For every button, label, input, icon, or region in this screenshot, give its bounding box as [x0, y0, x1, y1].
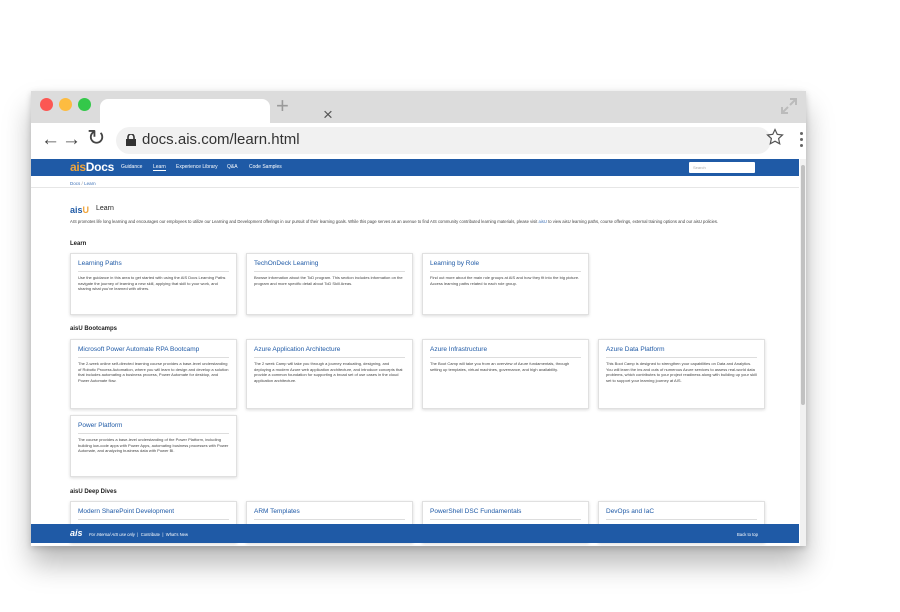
footer-whats-new-link[interactable]: What's New — [166, 532, 188, 537]
tab-close-icon[interactable]: × — [323, 105, 333, 125]
card-power-automate-rpa[interactable]: Microsoft Power Automate RPA Bootcamp Th… — [70, 339, 237, 409]
url-text: docs.ais.com/learn.html — [142, 131, 300, 148]
site-logo[interactable]: aisDocs — [70, 160, 114, 174]
forward-arrow-icon[interactable]: → — [62, 129, 81, 151]
bookmark-star-icon[interactable] — [766, 128, 784, 146]
section-bootcamps: aisU Bootcamps — [70, 326, 118, 332]
address-bar[interactable]: docs.ais.com/learn.html — [116, 127, 771, 154]
card-description: This Boot Camp is designed to strengthen… — [606, 361, 757, 383]
card-azure-app-architecture[interactable]: Azure Application Architecture The 2 wee… — [246, 339, 413, 409]
lock-icon — [126, 134, 136, 146]
card-techondeck[interactable]: TechOnDeck Learning Browse information a… — [246, 253, 413, 315]
footer-logo: ais — [70, 528, 83, 538]
card-title: Microsoft Power Automate RPA Bootcamp — [78, 346, 200, 353]
card-description: Use the guidance in this area to get sta… — [78, 275, 226, 292]
card-title: Azure Data Platform — [606, 346, 665, 353]
card-description: Find out more about the main role groups… — [430, 275, 580, 286]
browser-toolbar: ← → ↻ docs.ais.com/learn.html — [31, 123, 806, 159]
card-description: The Boot Camp will take you from an over… — [430, 361, 570, 372]
card-title: Power Platform — [78, 422, 123, 429]
nav-experience-library[interactable]: Experience Library — [176, 164, 218, 170]
card-learning-paths[interactable]: Learning Paths Use the guidance in this … — [70, 253, 237, 315]
card-azure-data-platform[interactable]: Azure Data Platform This Boot Camp is de… — [598, 339, 765, 409]
page-title: Learn — [96, 205, 114, 212]
expand-icon[interactable] — [780, 97, 798, 115]
logo-part-docs: Docs — [85, 160, 114, 174]
intro-text: AIS promotes life long learning and enco… — [70, 219, 770, 225]
card-title: ARM Templates — [254, 508, 300, 515]
web-page: aisDocs Guidance Learn Experience Librar… — [31, 159, 806, 546]
card-description: The course provides a base-level underst… — [78, 437, 229, 454]
card-title: Learning by Role — [430, 260, 480, 267]
new-tab-icon[interactable]: + — [276, 95, 289, 117]
footer-internal-note: For Internal AIS use only — [89, 532, 135, 537]
back-to-top-link[interactable]: Back to top — [737, 532, 758, 537]
maximize-window-dot[interactable] — [78, 98, 91, 111]
nav-guidance[interactable]: Guidance — [121, 164, 142, 170]
intro-body: AIS promotes life long learning and enco… — [70, 219, 538, 224]
browser-tab[interactable]: × — [100, 99, 333, 124]
site-header: aisDocs Guidance Learn Experience Librar… — [31, 159, 799, 176]
back-arrow-icon[interactable]: ← — [41, 129, 60, 151]
breadcrumb-docs[interactable]: Docs — [70, 181, 80, 186]
site-footer: ais For Internal AIS use only | Contribu… — [31, 524, 799, 543]
minimize-window-dot[interactable] — [59, 98, 72, 111]
logo-part-ais: ais — [70, 160, 86, 174]
card-title: TechOnDeck Learning — [254, 260, 319, 267]
card-title: Azure Infrastructure — [430, 346, 488, 353]
nav-qa[interactable]: Q&A — [227, 164, 238, 170]
aisu-logo: aisU — [70, 205, 89, 215]
aisu-logo-u: U — [82, 205, 90, 215]
section-learn: Learn — [70, 241, 87, 247]
search-placeholder: Search — [693, 165, 706, 170]
card-description: The 2 week Camp will take you through a … — [254, 361, 403, 383]
scrollbar-thumb[interactable] — [801, 165, 805, 405]
search-input[interactable]: Search — [689, 162, 755, 173]
breadcrumb-learn[interactable]: Learn — [84, 181, 96, 186]
breadcrumb: Docs / Learn — [70, 181, 96, 186]
card-learning-by-role[interactable]: Learning by Role Find out more about the… — [422, 253, 589, 315]
card-title: Azure Application Architecture — [254, 346, 341, 353]
breadcrumb-separator: / — [81, 181, 83, 186]
intro-after: to view aisU learning paths, course offe… — [548, 219, 719, 224]
card-title: PowerShell DSC Fundamentals — [430, 508, 522, 515]
card-azure-infrastructure[interactable]: Azure Infrastructure The Boot Camp will … — [422, 339, 589, 409]
card-title: Modern SharePoint Development — [78, 508, 175, 515]
section-deep-dives: aisU Deep Dives — [70, 489, 117, 495]
card-description: The 2-week online self-directed learning… — [78, 361, 229, 383]
aisu-link[interactable]: aisU — [539, 219, 547, 224]
browser-window: × + ← → ↻ docs.ais.com/learn.html aisDoc… — [31, 91, 806, 546]
card-power-platform[interactable]: Power Platform The course provides a bas… — [70, 415, 237, 477]
aisu-logo-ais: ais — [70, 205, 83, 215]
footer-contribute-link[interactable]: Contribute — [141, 532, 160, 537]
nav-learn[interactable]: Learn — [153, 164, 166, 171]
footer-links: For Internal AIS use only | Contribute |… — [89, 532, 188, 537]
card-description: Browse information about the ToD program… — [254, 275, 403, 286]
nav-code-samples[interactable]: Code Samples — [249, 164, 282, 170]
reload-icon[interactable]: ↻ — [87, 127, 105, 149]
menu-kebab-icon[interactable] — [800, 132, 804, 150]
vertical-scrollbar[interactable] — [800, 159, 806, 546]
card-title: Learning Paths — [78, 260, 122, 267]
card-title: DevOps and IaC — [606, 508, 655, 515]
close-window-dot[interactable] — [40, 98, 53, 111]
divider — [31, 187, 799, 188]
tab-bar: × + — [31, 91, 806, 124]
